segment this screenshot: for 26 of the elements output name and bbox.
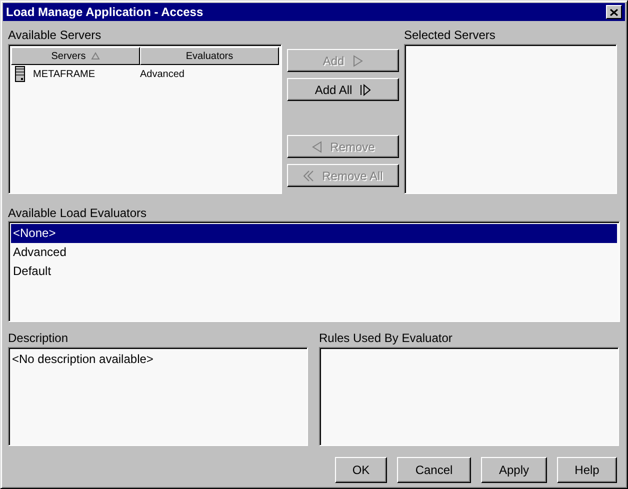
arrow-icon <box>303 170 314 182</box>
server-icon <box>15 66 25 82</box>
description-text: <No description available> <box>12 352 154 366</box>
transfer-button[interactable]: Add All <box>287 78 399 101</box>
dialog-button[interactable]: OK <box>335 457 387 483</box>
server-name[interactable]: METAFRAME <box>33 68 96 80</box>
evaluator-item[interactable]: Default <box>11 262 617 281</box>
arrow-icon <box>352 54 364 66</box>
selected-servers-label: Selected Servers <box>404 27 496 44</box>
evaluator-cell: Advanced <box>140 68 184 80</box>
column-header[interactable]: Servers <box>11 47 140 65</box>
dialog-button[interactable]: Apply <box>481 457 547 483</box>
evaluator-item[interactable]: <None> <box>11 224 617 243</box>
column-header[interactable]: Evaluators <box>140 47 279 65</box>
rules-label: Rules Used By Evaluator <box>319 330 452 347</box>
load-evaluators-label: Available Load Evaluators <box>8 205 147 222</box>
dialog-button[interactable]: Cancel <box>397 457 471 483</box>
description-label: Description <box>8 330 68 347</box>
close-button[interactable] <box>606 5 622 19</box>
close-icon <box>610 8 618 16</box>
arrow-icon <box>360 84 372 96</box>
available-servers-label: Available Servers <box>8 27 102 44</box>
arrow-icon <box>311 140 322 152</box>
window-title: Load Manage Application - Access <box>6 5 204 19</box>
dialog-button[interactable]: Help <box>557 457 617 483</box>
evaluator-item[interactable]: Advanced <box>11 243 617 262</box>
